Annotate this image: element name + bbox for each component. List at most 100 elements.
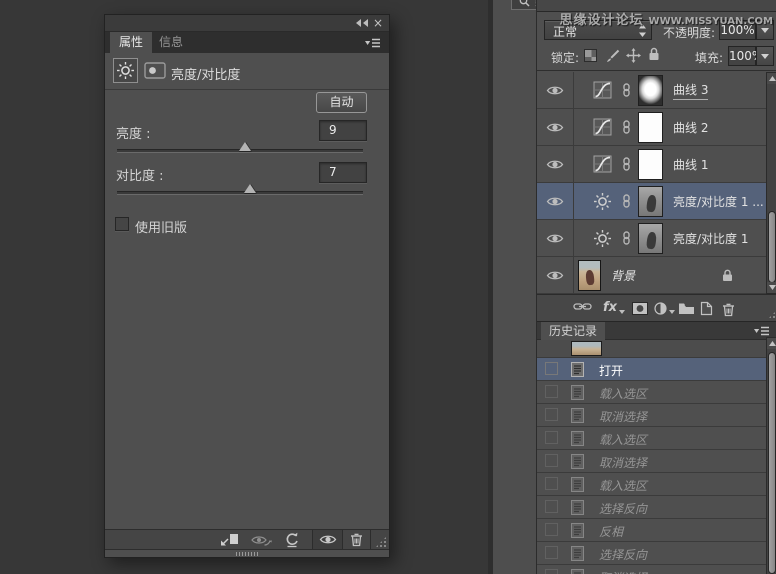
contrast-slider-thumb[interactable] [244, 184, 256, 193]
layer-visibility-toggle[interactable] [537, 220, 574, 256]
panel-menu-icon[interactable] [753, 326, 770, 336]
new-layer-icon[interactable] [699, 301, 713, 316]
history-brush-source-well[interactable] [545, 500, 558, 513]
link-layers-icon[interactable] [573, 302, 592, 311]
layer-name[interactable]: 曲线 1 [673, 156, 708, 173]
layers-scrollbar[interactable] [766, 72, 776, 294]
add-layer-mask-icon[interactable] [632, 302, 648, 315]
layer-name[interactable]: 亮度/对比度 1 ... [673, 193, 764, 210]
panel-height-grip[interactable] [236, 552, 260, 556]
curves-adjustment-icon[interactable] [593, 155, 612, 173]
history-brush-source-well[interactable] [545, 385, 558, 398]
layer-row[interactable]: 曲线 1 [537, 146, 767, 183]
opacity-dropdown-button[interactable] [756, 20, 774, 40]
use-legacy-checkbox[interactable] [115, 217, 129, 231]
tab-history[interactable]: 历史记录 [541, 322, 605, 340]
collapse-to-icons-icon[interactable] [356, 19, 368, 27]
history-row[interactable]: 取消选择 [537, 565, 767, 574]
history-row[interactable]: 取消选择 [537, 450, 767, 473]
mask-thumbnail[interactable] [638, 112, 663, 143]
new-adjustment-layer-icon[interactable] [654, 302, 675, 315]
tab-properties[interactable]: 属性 [110, 32, 152, 53]
brightness-value-field[interactable]: 9 [319, 120, 367, 141]
history-row[interactable]: 打开 [537, 358, 767, 381]
history-brush-source-well[interactable] [545, 477, 558, 490]
properties-panel-titlebar[interactable]: × [105, 15, 389, 32]
history-brush-source-well[interactable] [545, 569, 558, 574]
layer-thumbnail[interactable] [578, 260, 601, 291]
layer-row[interactable]: 亮度/对比度 1 [537, 220, 767, 257]
scroll-up-icon[interactable] [767, 338, 776, 349]
layer-visibility-toggle[interactable] [537, 146, 574, 182]
history-brush-source-well[interactable] [545, 546, 558, 559]
scroll-down-icon[interactable] [767, 282, 776, 293]
blend-mode-dropdown[interactable]: 正常 [544, 20, 652, 40]
history-row[interactable]: 载入选区 [537, 381, 767, 404]
layer-visibility-toggle[interactable] [537, 257, 574, 293]
layer-style-fx-icon[interactable]: fx [603, 301, 625, 314]
lock-all-icon[interactable] [648, 47, 660, 61]
brightness-slider[interactable] [117, 149, 363, 153]
history-brush-source-well[interactable] [545, 523, 558, 536]
scrollbar-thumb[interactable] [768, 211, 776, 283]
history-row[interactable]: 反相 [537, 519, 767, 542]
fill-dropdown-button[interactable] [756, 46, 774, 66]
reset-adjustment-icon[interactable] [284, 532, 300, 548]
opacity-value-field[interactable]: 100% [719, 20, 756, 40]
lock-paint-icon[interactable] [605, 49, 620, 63]
snapshot-thumbnail[interactable] [571, 341, 602, 356]
history-row[interactable]: 选择反向 [537, 542, 767, 565]
curves-adjustment-icon[interactable] [593, 81, 612, 99]
mask-thumbnail[interactable] [638, 149, 663, 180]
history-snapshot-row[interactable] [537, 340, 767, 358]
lock-position-icon[interactable] [626, 48, 641, 63]
history-brush-source-well[interactable] [545, 408, 558, 421]
mask-thumbnail[interactable] [638, 75, 663, 106]
delete-layer-icon[interactable] [721, 302, 736, 317]
panel-resize-grip[interactable] [375, 536, 387, 548]
history-row[interactable]: 取消选择 [537, 404, 767, 427]
layer-visibility-toggle[interactable] [537, 183, 574, 219]
toggle-previous-state-icon[interactable] [251, 534, 272, 547]
layer-row[interactable]: 亮度/对比度 1 ... [537, 183, 767, 220]
scroll-up-icon[interactable] [767, 73, 776, 84]
layer-row[interactable]: 曲线 2 [537, 109, 767, 146]
contrast-value-field[interactable]: 7 [319, 162, 367, 183]
panel-resize-grip[interactable] [768, 307, 776, 319]
contrast-slider[interactable] [117, 191, 363, 195]
layer-visibility-toggle[interactable] [537, 72, 574, 108]
history-scrollbar[interactable] [766, 337, 776, 574]
history-row[interactable]: 选择反向 [537, 496, 767, 519]
mask-thumbnail[interactable] [638, 186, 663, 217]
layer-row[interactable]: 曲线 3 [537, 72, 767, 109]
brightness-slider-thumb[interactable] [239, 142, 251, 151]
layer-name[interactable]: 背景 [611, 267, 635, 284]
layer-visibility-toggle[interactable] [537, 109, 574, 145]
clip-to-layer-icon[interactable] [144, 62, 166, 79]
history-brush-source-well[interactable] [545, 431, 558, 444]
layer-row[interactable]: 背景 [537, 257, 767, 294]
lock-transparent-pixels-icon[interactable] [584, 49, 597, 62]
close-icon[interactable]: × [373, 16, 383, 31]
mask-thumbnail[interactable] [638, 223, 663, 254]
layer-name[interactable]: 曲线 2 [673, 119, 708, 136]
history-row[interactable]: 载入选区 [537, 427, 767, 450]
tab-info[interactable]: 信息 [150, 32, 192, 53]
layer-name[interactable]: 亮度/对比度 1 [673, 230, 749, 247]
scrollbar-thumb[interactable] [768, 352, 776, 574]
toggle-visibility-button[interactable] [312, 530, 342, 549]
history-row[interactable]: 载入选区 [537, 473, 767, 496]
brightness-adjustment-icon[interactable] [593, 229, 612, 248]
auto-button[interactable]: 自动 [316, 92, 367, 113]
curves-adjustment-icon[interactable] [593, 118, 612, 136]
clip-adjustment-icon[interactable] [220, 533, 239, 546]
brightness-adjustment-icon[interactable] [113, 58, 138, 83]
history-brush-source-well[interactable] [545, 362, 558, 375]
panel-menu-icon[interactable] [364, 38, 381, 48]
history-brush-source-well[interactable] [545, 454, 558, 467]
brightness-adjustment-icon[interactable] [593, 192, 612, 211]
fill-value-field[interactable]: 100% [728, 46, 756, 66]
delete-adjustment-button[interactable] [342, 530, 371, 549]
layer-name[interactable]: 曲线 3 [673, 81, 708, 100]
new-group-icon[interactable] [678, 302, 695, 315]
